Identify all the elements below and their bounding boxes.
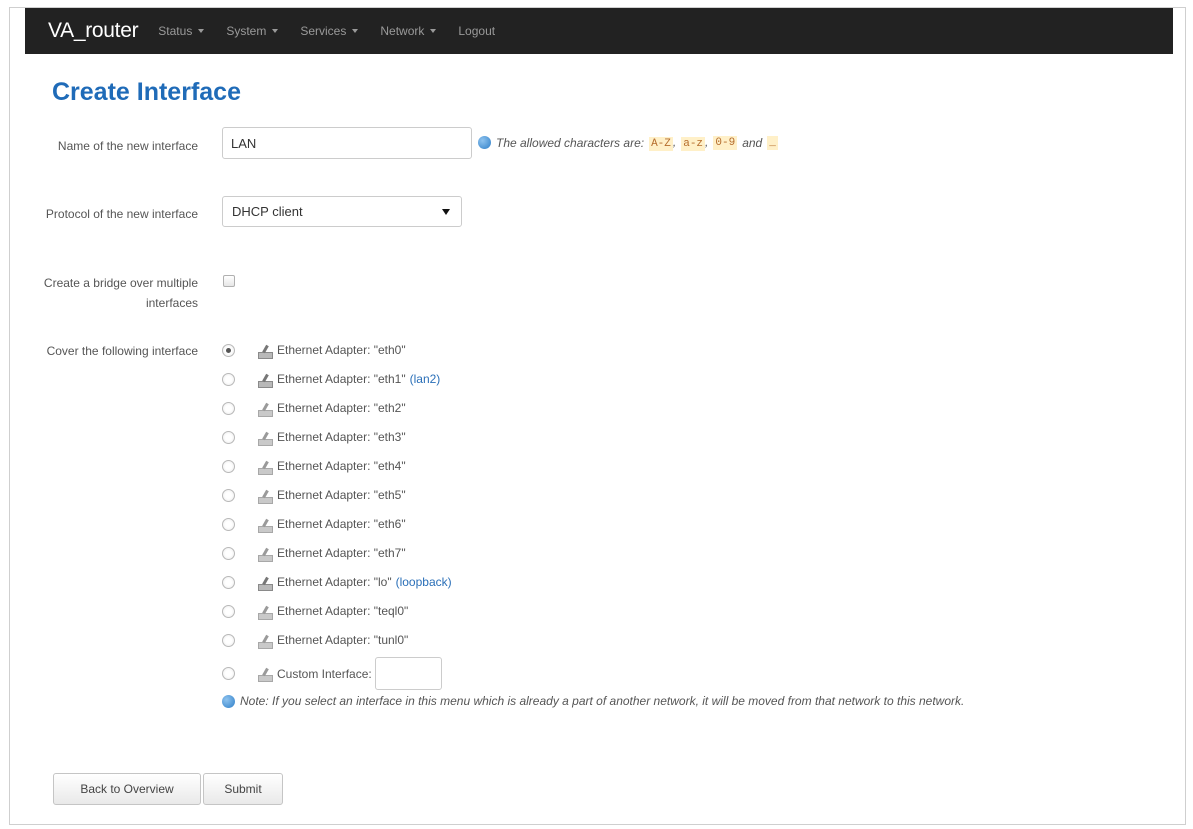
iface-radio-eth7[interactable]: [222, 546, 235, 560]
navbar: VA_router Status System Services Network…: [25, 8, 1173, 54]
hint-code-underscore: _: [767, 135, 778, 150]
hint-code-digits: 0-9: [713, 135, 738, 150]
cover-label: Cover the following interface: [46, 344, 198, 358]
iface-label: Ethernet Adapter: "eth3": [277, 430, 406, 444]
protocol-select[interactable]: DHCP client: [222, 196, 462, 227]
hint-code-lower: a-z: [681, 137, 706, 151]
note-text: Note: If you select an interface in this…: [240, 694, 965, 708]
iface-row-lo: Ethernet Adapter: "lo" (loopback): [222, 572, 452, 592]
iface-row-tunl0: Ethernet Adapter: "tunl0": [222, 630, 408, 650]
info-icon: [478, 136, 491, 149]
iface-row-eth2: Ethernet Adapter: "eth2": [222, 398, 406, 418]
iface-label: Ethernet Adapter: "teql0": [277, 604, 409, 618]
iface-radio-teql0[interactable]: [222, 604, 235, 618]
iface-radio-tunl0[interactable]: [222, 633, 235, 647]
iface-row-eth6: Ethernet Adapter: "eth6": [222, 514, 406, 534]
iface-label: Ethernet Adapter: "lo": [277, 575, 392, 589]
ethernet-icon: [257, 575, 273, 591]
caret-down-icon: [442, 209, 450, 215]
iface-label: Ethernet Adapter: "eth4": [277, 459, 406, 473]
iface-row-custom: Custom Interface:: [222, 656, 442, 691]
iface-label: Ethernet Adapter: "eth6": [277, 517, 406, 531]
iface-label: Ethernet Adapter: "eth1": [277, 372, 406, 386]
ethernet-icon: [257, 546, 273, 562]
chevron-down-icon: [352, 29, 359, 33]
ethernet-icon: [257, 401, 273, 417]
iface-radio-eth1[interactable]: [222, 372, 235, 386]
iface-radio-eth6[interactable]: [222, 517, 235, 531]
info-icon: [222, 694, 235, 708]
menu-network[interactable]: Network: [380, 24, 437, 38]
iface-label: Ethernet Adapter: "eth0": [277, 343, 406, 357]
iface-row-eth7: Ethernet Adapter: "eth7": [222, 543, 406, 563]
ethernet-icon: [257, 343, 273, 359]
iface-row-eth5: Ethernet Adapter: "eth5": [222, 485, 406, 505]
menu-status[interactable]: Status: [158, 24, 205, 38]
hint-prefix: The allowed characters are:: [496, 135, 645, 150]
iface-radio-lo[interactable]: [222, 575, 235, 589]
iface-row-eth0: Ethernet Adapter: "eth0": [222, 340, 406, 360]
iface-network-link-lan2[interactable]: (lan2): [410, 372, 441, 386]
hint-separator: ,: [705, 135, 709, 149]
iface-network-link-loopback[interactable]: (loopback): [396, 575, 452, 589]
bridge-checkbox[interactable]: [223, 275, 235, 287]
iface-row-eth1: Ethernet Adapter: "eth1" (lan2): [222, 369, 440, 389]
iface-radio-eth5[interactable]: [222, 488, 235, 502]
menu-status-label: Status: [158, 24, 193, 38]
brand-logo[interactable]: VA_router: [48, 19, 139, 43]
back-to-overview-button[interactable]: Back to Overview: [53, 773, 201, 805]
note: Note: If you select an interface in this…: [222, 694, 964, 708]
iface-row-eth4: Ethernet Adapter: "eth4": [222, 456, 406, 476]
menu-system-label: System: [226, 24, 267, 38]
menu-services[interactable]: Services: [300, 24, 359, 38]
chevron-down-icon: [272, 29, 279, 33]
iface-label: Ethernet Adapter: "eth2": [277, 401, 406, 415]
menu-logout-label: Logout: [458, 24, 496, 38]
submit-button[interactable]: Submit: [203, 773, 283, 805]
interface-name-input[interactable]: [222, 127, 472, 159]
ethernet-icon: [257, 604, 273, 620]
ethernet-icon: [257, 488, 273, 504]
ethernet-icon: [257, 372, 273, 388]
name-hint: The allowed characters are: A-Z, a-z, 0-…: [478, 135, 778, 151]
custom-interface-label: Custom Interface:: [277, 666, 372, 681]
iface-radio-eth0[interactable]: [222, 343, 235, 357]
iface-radio-eth3[interactable]: [222, 430, 235, 444]
iface-radio-custom[interactable]: [222, 667, 235, 680]
chevron-down-icon: [198, 29, 205, 33]
iface-label: Ethernet Adapter: "eth5": [277, 488, 406, 502]
iface-row-teql0: Ethernet Adapter: "teql0": [222, 601, 408, 621]
protocol-label: Protocol of the new interface: [45, 207, 198, 221]
menu-services-label: Services: [300, 24, 347, 38]
ethernet-icon: [257, 666, 273, 682]
ethernet-icon: [257, 459, 273, 475]
hint-and: and: [742, 135, 763, 150]
chevron-down-icon: [430, 29, 437, 33]
iface-row-eth3: Ethernet Adapter: "eth3": [222, 427, 406, 447]
iface-label: Ethernet Adapter: "tunl0": [277, 633, 409, 647]
ethernet-icon: [257, 430, 273, 446]
hint-separator: ,: [672, 135, 677, 149]
iface-radio-eth2[interactable]: [222, 401, 235, 415]
protocol-select-value: DHCP client: [232, 204, 303, 219]
hint-code-upper: A-Z: [649, 137, 673, 151]
page-title: Create Interface: [52, 78, 241, 106]
menu-logout[interactable]: Logout: [458, 24, 495, 38]
name-label: Name of the new interface: [57, 139, 198, 153]
custom-interface-input[interactable]: [374, 657, 442, 690]
ethernet-icon: [257, 633, 273, 649]
ethernet-icon: [257, 517, 273, 533]
menu-system[interactable]: System: [226, 24, 279, 38]
iface-label: Ethernet Adapter: "eth7": [277, 546, 406, 560]
iface-radio-eth4[interactable]: [222, 459, 235, 473]
menu-network-label: Network: [380, 24, 425, 38]
bridge-label: Create a bridge over multiple interfaces: [43, 276, 198, 310]
